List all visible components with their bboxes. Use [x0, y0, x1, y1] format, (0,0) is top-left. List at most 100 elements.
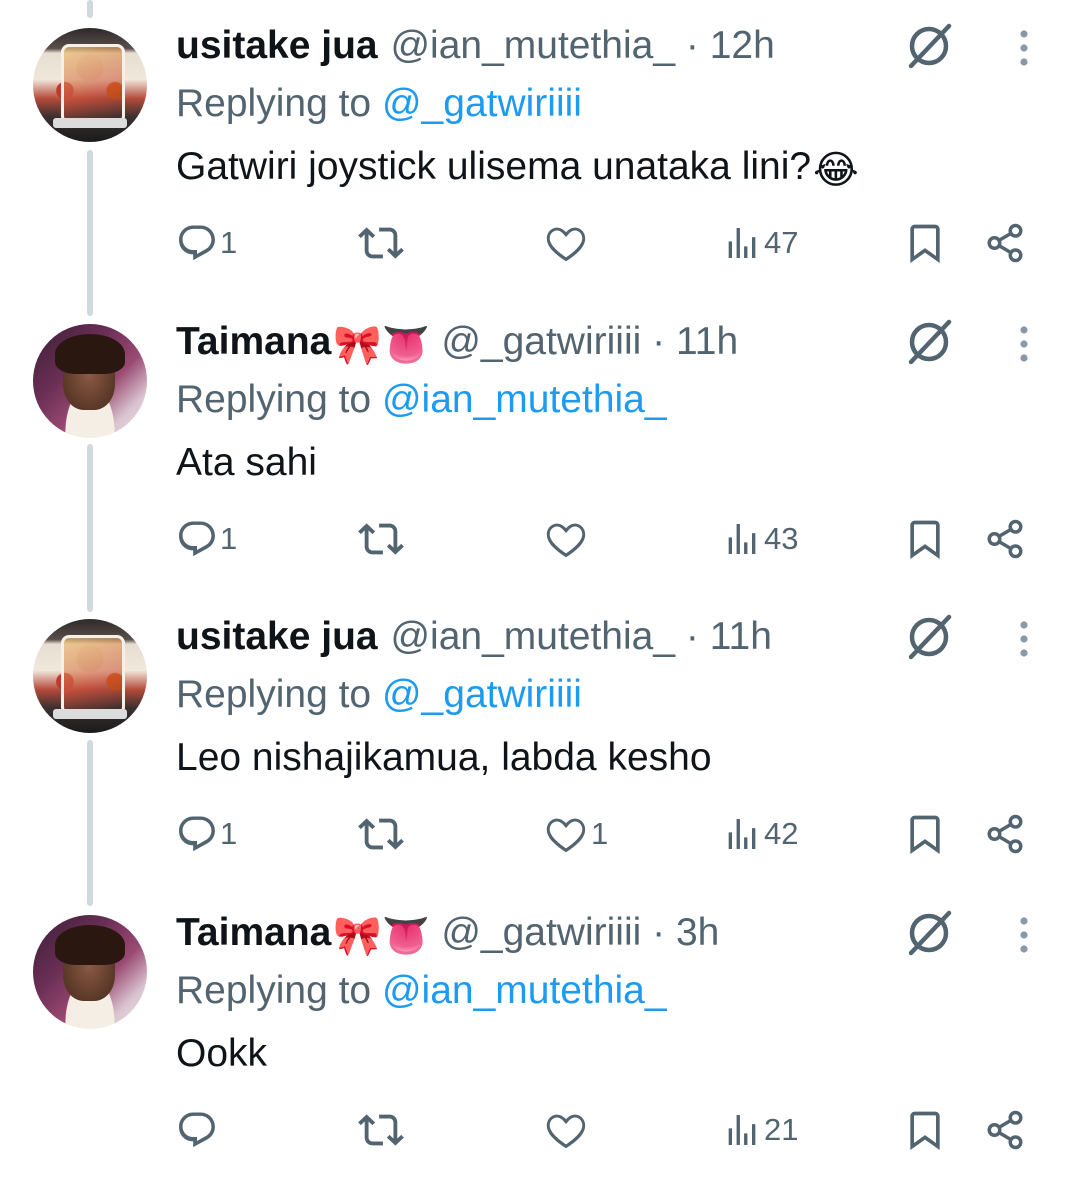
tweet-4[interactable]: Taimana🎀👅 @_gatwiriiii · 3h Replying to … — [0, 887, 1080, 1179]
bookmark-button[interactable] — [903, 218, 947, 268]
bookmark-button[interactable] — [903, 514, 947, 564]
action-bar: 21 — [0, 1105, 1080, 1155]
like-button[interactable] — [543, 218, 591, 268]
bus-avatar[interactable] — [33, 619, 147, 733]
reply-button[interactable]: 1 — [176, 514, 237, 564]
display-name[interactable]: Taimana — [176, 911, 331, 954]
share-button[interactable] — [984, 1105, 1026, 1155]
tweet-text: Ookk — [176, 1029, 269, 1079]
tweet-text-content: Ata sahi — [176, 441, 317, 484]
replying-to-label: Replying to — [176, 378, 372, 421]
display-name[interactable]: Taimana — [176, 320, 331, 363]
views-count: 47 — [764, 225, 799, 260]
views-button[interactable]: 43 — [722, 514, 798, 564]
share-icon — [987, 519, 1023, 559]
timestamp[interactable]: 3h — [676, 911, 719, 954]
grok-icon[interactable] — [903, 907, 955, 959]
retweet-icon — [358, 818, 404, 850]
replying-to: Replying to @ian_mutethia_ — [176, 967, 667, 1015]
action-bar: 1 43 — [0, 514, 1080, 564]
reply-button[interactable]: 1 — [176, 218, 237, 268]
replying-to-mention[interactable]: @_gatwiriiii — [382, 82, 582, 125]
share-icon — [987, 1110, 1023, 1150]
like-count: 1 — [591, 816, 609, 851]
tweet-header: Taimana🎀👅 @_gatwiriiii · 3h — [176, 909, 719, 961]
share-icon — [987, 814, 1023, 854]
share-button[interactable] — [984, 809, 1026, 859]
more-icon[interactable] — [1012, 28, 1036, 68]
bus-avatar[interactable] — [33, 28, 147, 142]
like-button[interactable]: 1 — [543, 809, 608, 859]
tweet-text: Gatwiri joystick ulisema unataka lini?😂 — [176, 142, 859, 196]
like-button[interactable] — [543, 1105, 591, 1155]
user-handle[interactable]: @_gatwiriiii — [441, 911, 641, 954]
views-button[interactable]: 47 — [722, 218, 798, 268]
reply-count: 1 — [220, 225, 238, 260]
views-button[interactable]: 42 — [722, 809, 798, 859]
text-emoji: 😂 — [813, 149, 859, 192]
views-icon — [728, 1115, 756, 1145]
retweet-button[interactable] — [358, 1105, 406, 1155]
replying-to-mention[interactable]: @_gatwiriiii — [382, 673, 582, 716]
tweet-text-content: Ookk — [176, 1032, 268, 1075]
action-bar: 1 1 42 — [0, 809, 1080, 859]
heart-icon — [546, 818, 586, 853]
more-icon[interactable] — [1012, 619, 1036, 659]
retweet-button[interactable] — [358, 514, 406, 564]
more-icon[interactable] — [1012, 915, 1036, 955]
tweet-3[interactable]: usitake jua @ian_mutethia_ · 11h Replyin… — [0, 591, 1080, 887]
like-button[interactable] — [543, 514, 591, 564]
bookmark-button[interactable] — [903, 1105, 947, 1155]
action-bar: 1 47 — [0, 218, 1080, 268]
reply-button[interactable] — [176, 1105, 220, 1155]
heart-icon — [546, 523, 586, 558]
retweet-button[interactable] — [358, 218, 406, 268]
timestamp[interactable]: 11h — [676, 320, 738, 363]
tweet-text: Leo nishajikamua, labda kesho — [176, 733, 714, 783]
replying-to-mention[interactable]: @ian_mutethia_ — [382, 378, 667, 421]
reply-icon — [179, 1112, 215, 1148]
replying-to-label: Replying to — [176, 969, 372, 1012]
timestamp[interactable]: 11h — [710, 615, 772, 658]
bookmark-button[interactable] — [903, 809, 947, 859]
grok-icon[interactable] — [903, 20, 955, 72]
tweet-header: usitake jua @ian_mutethia_ · 11h — [176, 613, 772, 661]
share-button[interactable] — [984, 514, 1026, 564]
girl-avatar[interactable] — [33, 915, 147, 1029]
separator-dot: · — [685, 615, 699, 658]
retweet-icon — [358, 1114, 404, 1146]
views-button[interactable]: 21 — [722, 1105, 798, 1155]
retweet-button[interactable] — [358, 809, 406, 859]
reply-button[interactable]: 1 — [176, 809, 237, 859]
replying-to-mention[interactable]: @ian_mutethia_ — [382, 969, 667, 1012]
tweet-1[interactable]: usitake jua @ian_mutethia_ · 12h Replyin… — [0, 0, 1080, 296]
display-name[interactable]: usitake jua — [176, 615, 378, 658]
share-button[interactable] — [984, 218, 1026, 268]
views-count: 43 — [764, 521, 799, 556]
replying-to: Replying to @_gatwiriiii — [176, 671, 582, 719]
heart-icon — [546, 227, 586, 262]
grok-icon[interactable] — [903, 316, 955, 368]
more-icon[interactable] — [1012, 324, 1036, 364]
share-icon — [987, 223, 1023, 263]
timestamp[interactable]: 12h — [710, 24, 775, 67]
user-handle[interactable]: @ian_mutethia_ — [390, 615, 675, 658]
user-handle[interactable]: @ian_mutethia_ — [390, 24, 675, 67]
retweet-icon — [358, 227, 404, 259]
tweet-2[interactable]: Taimana🎀👅 @_gatwiriiii · 11h Replying to… — [0, 296, 1080, 592]
user-handle[interactable]: @_gatwiriiii — [441, 320, 641, 363]
reply-icon — [179, 521, 215, 557]
views-icon — [728, 819, 756, 849]
bookmark-icon — [910, 1111, 940, 1151]
bookmark-icon — [910, 815, 940, 855]
bookmark-icon — [910, 224, 940, 264]
display-name[interactable]: usitake jua — [176, 24, 378, 67]
reply-icon — [179, 225, 215, 261]
girl-avatar[interactable] — [33, 324, 147, 438]
tweet-text-content: Leo nishajikamua, labda kesho — [176, 736, 712, 779]
views-icon — [728, 228, 756, 258]
tweet-text-content: Gatwiri joystick ulisema unataka lini? — [176, 145, 812, 188]
reply-count: 1 — [220, 521, 238, 556]
grok-icon[interactable] — [903, 611, 955, 663]
tweet-text: Ata sahi — [176, 438, 319, 488]
